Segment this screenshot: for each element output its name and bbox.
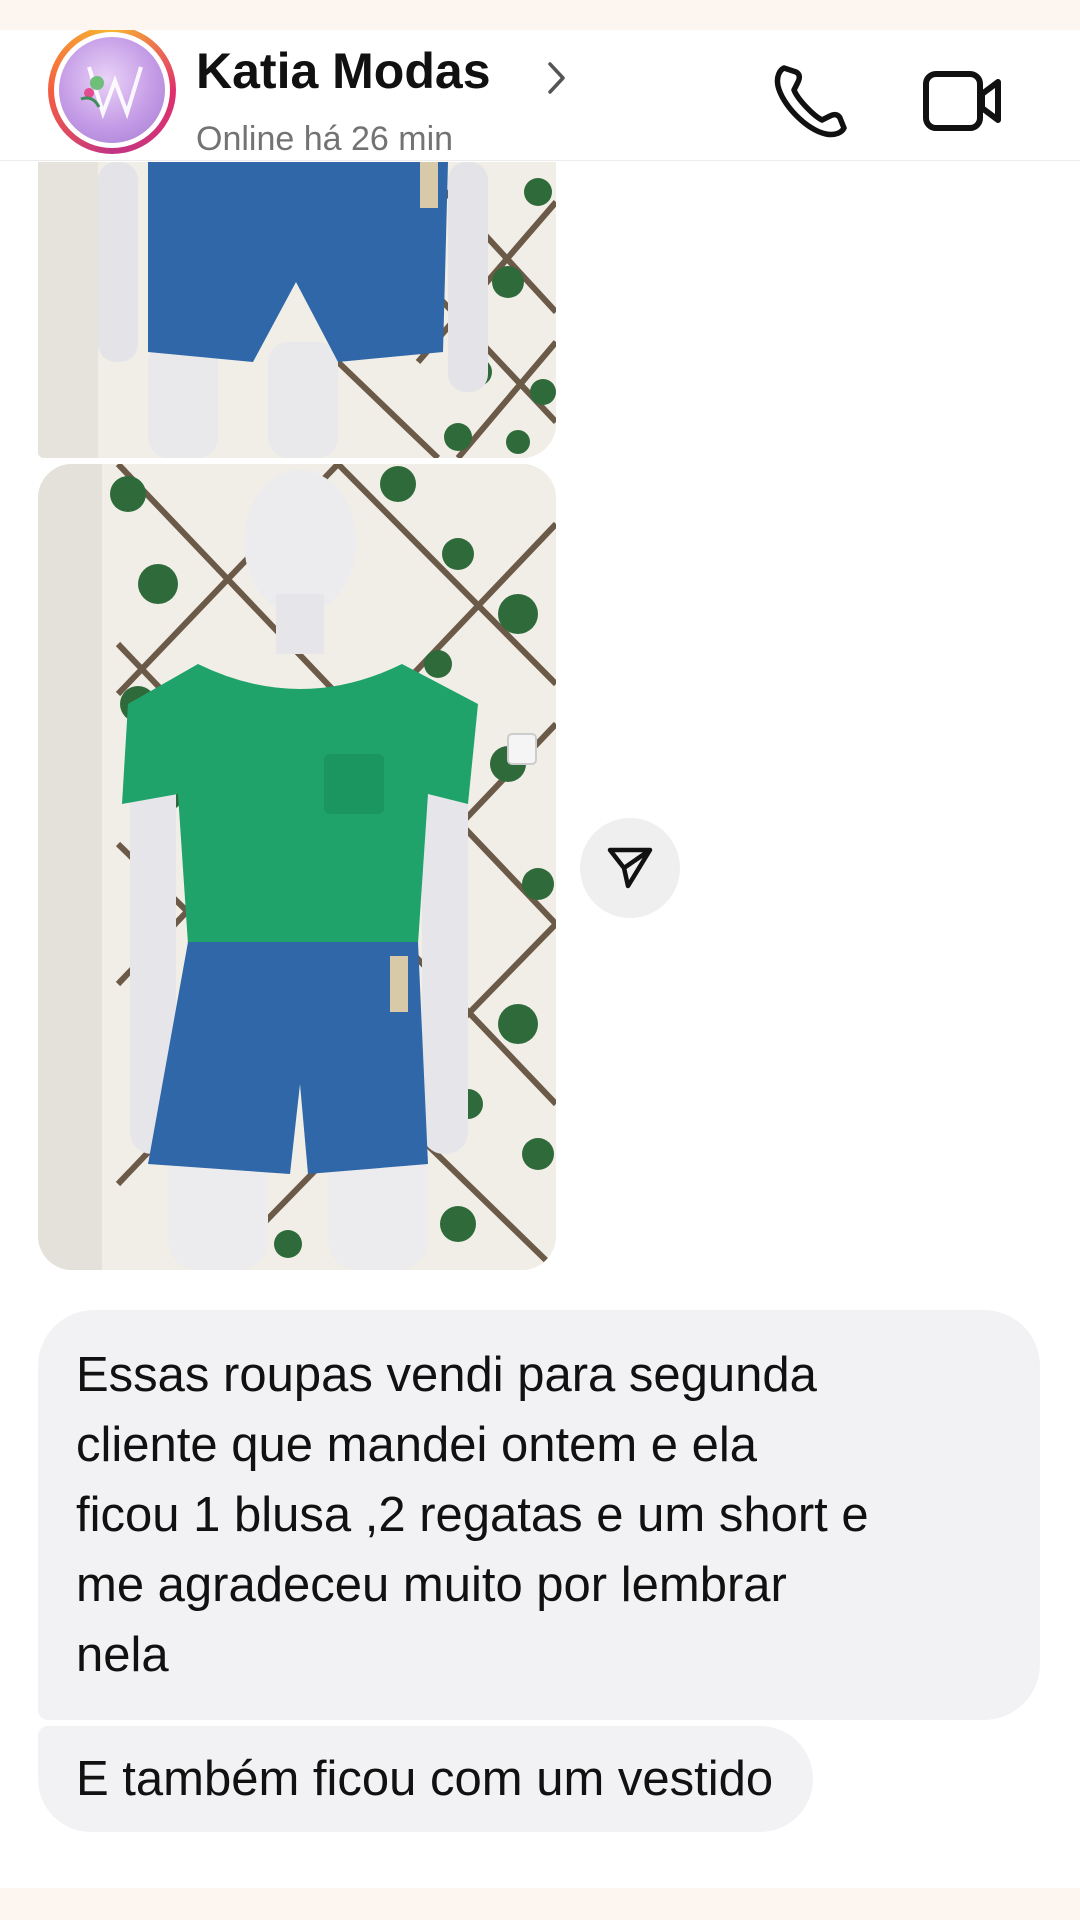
message-text-line: cliente que mandei ontem e ela xyxy=(76,1418,757,1472)
video-camera-icon xyxy=(923,71,1001,131)
message-bubble[interactable]: Essas roupas vendi para segunda cliente … xyxy=(38,1310,1040,1720)
message-text-line: nela xyxy=(76,1628,169,1682)
photo-mannequin-denim-shorts[interactable] xyxy=(38,162,556,458)
chat-header: Katia Modas Online há 26 min xyxy=(0,30,1080,161)
message-text-line: me agradeceu muito por lembrar xyxy=(76,1558,787,1612)
share-button[interactable] xyxy=(580,818,680,918)
video-call-button[interactable] xyxy=(922,64,1004,138)
call-button[interactable] xyxy=(770,60,852,142)
online-status: Online há 26 min xyxy=(196,120,454,158)
phone-icon xyxy=(774,65,847,138)
message-text-line: E também ficou com um vestido xyxy=(76,1752,774,1806)
message-bubble[interactable]: E também ficou com um vestido xyxy=(38,1726,814,1832)
contact-avatar[interactable] xyxy=(48,30,176,154)
contact-name[interactable]: Katia Modas xyxy=(196,46,491,96)
chat-screen: Katia Modas Online há 26 min Essas roupa… xyxy=(0,30,1080,1888)
message-text-line: Essas roupas vendi para segunda xyxy=(76,1348,817,1402)
paper-plane-icon xyxy=(607,847,653,889)
store-logo-avatar xyxy=(59,37,165,143)
message-text-line: ficou 1 blusa ,2 regatas e um short e xyxy=(76,1488,869,1542)
chevron-right-icon[interactable] xyxy=(546,60,568,101)
photo-mannequin-green-tshirt-denim-shorts[interactable] xyxy=(38,464,556,1270)
